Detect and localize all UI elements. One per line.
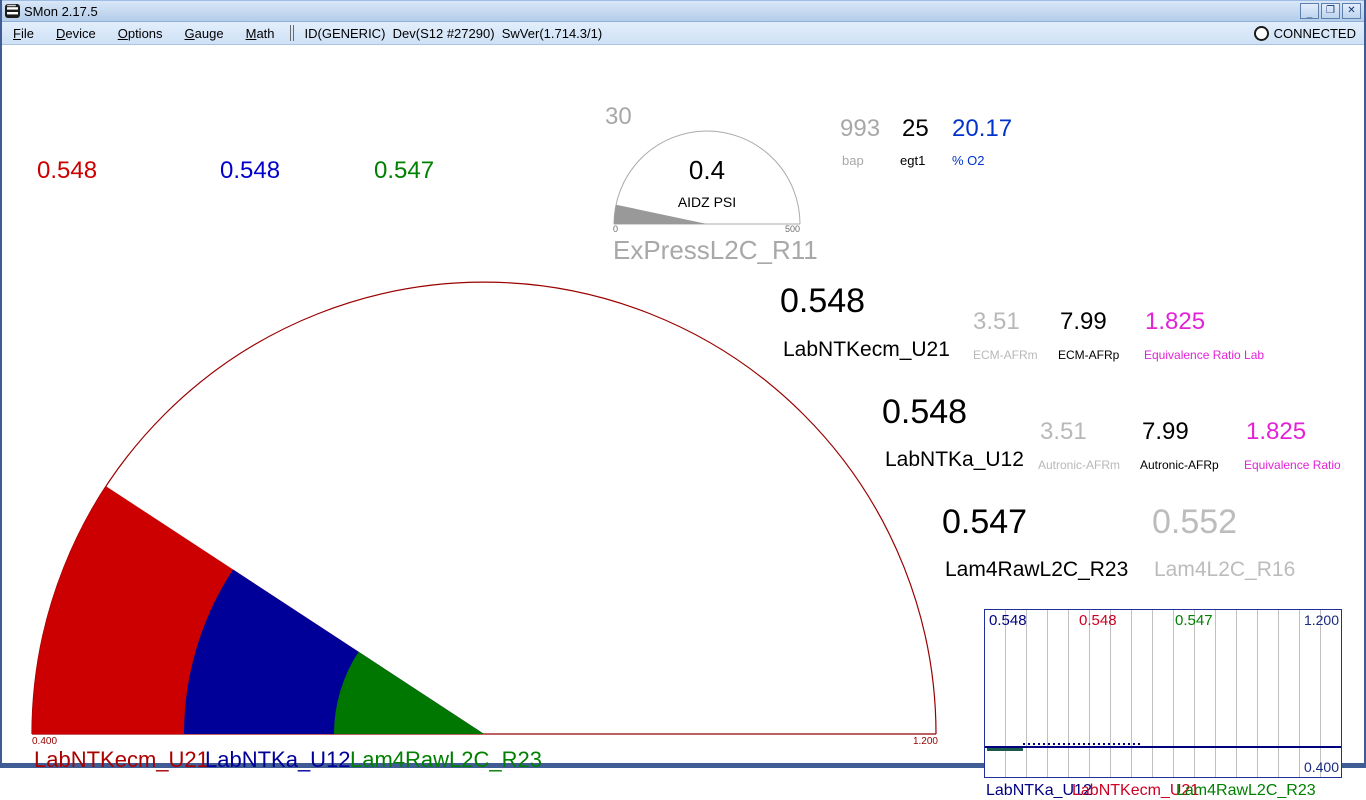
readout-o2-label: % O2 — [952, 153, 985, 168]
trend-readout-green: 0.547 — [1175, 612, 1213, 629]
channel3-secondary-name: Lam4L2C_R16 — [1154, 558, 1296, 581]
readout-lambda-blue: 0.548 — [220, 157, 281, 184]
lambda-gauge — [31, 281, 937, 735]
legend-item-labntkecm: LabNTKecm_U21 — [34, 747, 209, 772]
minimize-button[interactable]: _ — [1300, 3, 1319, 19]
readout-lambda-green: 0.547 — [374, 157, 435, 184]
trend-ymin: 0.400 — [1303, 759, 1339, 775]
channel1-metric1-value: 3.51 — [973, 308, 1020, 335]
menu-device[interactable]: Device — [45, 23, 107, 44]
channel1-metric3-label: Equivalence Ratio Lab — [1144, 348, 1265, 362]
channel3-secondary-value: 0.552 — [1152, 503, 1238, 541]
device-info: ID(GENERIC) Dev(S12 #27290) SwVer(1.714.… — [304, 25, 603, 41]
pressure-gauge-value: 0.4 — [688, 155, 726, 185]
readout-lambda-red: 0.548 — [37, 157, 98, 184]
readout-o2: 20.17 — [952, 115, 1013, 142]
channel2-metric3-value: 1.825 — [1246, 418, 1307, 445]
readout-bap: 993 — [840, 115, 881, 142]
legend-item-lam4raw: Lam4RawL2C_R23 — [350, 747, 542, 772]
trend-line-green-segment — [987, 748, 1023, 751]
channel2-metric3-label: Equivalence Ratio — [1244, 458, 1341, 472]
connection-status: CONNECTED — [1273, 26, 1356, 41]
title-bar[interactable]: SMon 2.17.5 _ ❐ ✕ — [2, 0, 1364, 22]
lambda-gauge-min: 0.400 — [32, 736, 58, 747]
dashboard: 0.548 0.548 0.547 30 0.4 AIDZ PSI 0 500 … — [2, 45, 1364, 799]
menu-math[interactable]: Math — [235, 23, 286, 44]
app-icon — [5, 4, 20, 18]
close-button[interactable]: ✕ — [1342, 3, 1361, 19]
readout-egt1-label: egt1 — [900, 153, 926, 168]
restore-button[interactable]: ❐ — [1321, 3, 1340, 19]
trend-line-noise — [1023, 743, 1143, 745]
menu-gauge[interactable]: Gauge — [174, 23, 235, 44]
minimize-icon: _ — [1306, 8, 1313, 19]
channel2-metric2-value: 7.99 — [1142, 418, 1189, 445]
menu-separator — [289, 25, 294, 41]
menu-options[interactable]: Options — [107, 23, 174, 44]
channel1-metric3-value: 1.825 — [1145, 308, 1206, 335]
restore-icon: ❐ — [1326, 5, 1335, 16]
pressure-gauge-channel: ExPressL2C_R11 — [613, 235, 818, 265]
legend-item-labntka: LabNTKa_U12 — [205, 747, 351, 772]
lambda-gauge-needle-green — [334, 651, 484, 734]
channel3-value: 0.547 — [942, 503, 1028, 541]
trend-readout-blue: 0.548 — [989, 612, 1027, 629]
pressure-gauge-units: AIDZ PSI — [677, 194, 737, 210]
trend-ymax: 1.200 — [1303, 612, 1339, 628]
channel1-metric2-label: ECM-AFRp — [1058, 348, 1120, 362]
channel3-name: Lam4RawL2C_R23 — [945, 558, 1129, 581]
menu-bar: File Device Options Gauge Math ID(GENERI… — [2, 22, 1364, 45]
pressure-gauge-max: 500 — [784, 224, 800, 234]
channel1-metric1-label: ECM-AFRm — [973, 348, 1038, 362]
pressure-gauge-peak: 30 — [605, 103, 632, 130]
lambda-gauge-max: 1.200 — [912, 736, 938, 747]
trend-channel-lam4raw: Lam4RawL2C_R23 — [1176, 782, 1316, 799]
close-icon: ✕ — [1347, 5, 1356, 16]
trend-line — [985, 746, 1341, 748]
app-window: SMon 2.17.5 _ ❐ ✕ File Device Options Ga… — [0, 0, 1366, 799]
readout-egt1: 25 — [902, 115, 929, 142]
channel2-metric1-label: Autronic-AFRm — [1038, 458, 1121, 472]
window-title: SMon 2.17.5 — [24, 3, 98, 19]
trend-readout-red: 0.548 — [1079, 612, 1117, 629]
menu-file[interactable]: File — [2, 23, 45, 44]
channel2-metric2-label: Autronic-AFRp — [1140, 458, 1219, 472]
pressure-gauge-min: 0 — [613, 224, 619, 234]
channel2-metric1-value: 3.51 — [1040, 418, 1087, 445]
readout-bap-label: bap — [842, 153, 864, 168]
connection-indicator-icon — [1253, 26, 1269, 41]
trend-chart: 0.548 0.548 0.547 1.200 0.400 — [984, 609, 1342, 778]
channel1-metric2-value: 7.99 — [1060, 308, 1107, 335]
